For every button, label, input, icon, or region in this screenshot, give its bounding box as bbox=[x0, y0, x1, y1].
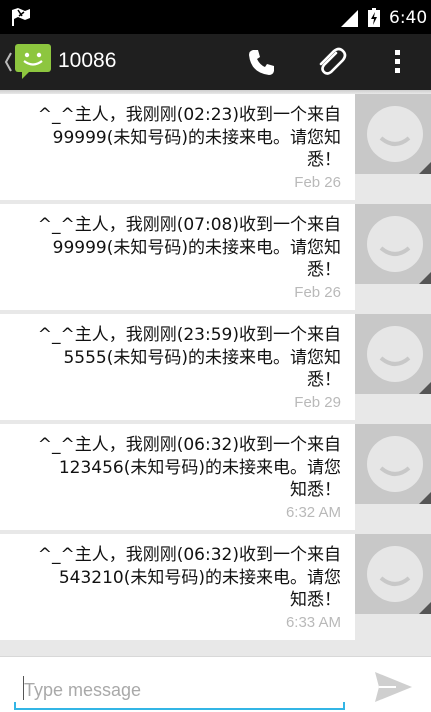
message-text: ^_^主人，我刚刚(02:23)收到一个来自 99999(未知号码)的未接来电。… bbox=[37, 105, 341, 170]
back-chevron-icon[interactable] bbox=[3, 51, 13, 73]
status-bar: 6:40 bbox=[0, 0, 431, 34]
attach-button[interactable] bbox=[311, 44, 351, 80]
action-bar: 10086 bbox=[0, 34, 431, 90]
call-button[interactable] bbox=[242, 44, 282, 80]
message-timestamp: 6:32 AM bbox=[285, 504, 341, 521]
message-text: ^_^主人，我刚刚(07:08)收到一个来自 99999(未知号码)的未接来电。… bbox=[37, 215, 341, 280]
message-item[interactable]: ^_^主人，我刚刚(06:32)收到一个来自 543210(未知号码)的未接来电… bbox=[0, 534, 431, 640]
message-timestamp: 6:33 AM bbox=[285, 614, 341, 631]
signal-icon bbox=[341, 10, 358, 27]
phone-icon bbox=[249, 50, 274, 75]
message-item[interactable]: ^_^主人，我刚刚(07:08)收到一个来自 99999(未知号码)的未接来电。… bbox=[0, 204, 431, 310]
message-bubble: ^_^主人，我刚刚(06:32)收到一个来自 123456(未知号码)的未接来电… bbox=[0, 424, 355, 530]
notification-icon bbox=[12, 8, 30, 26]
message-text: ^_^主人，我刚刚(06:32)收到一个来自 543210(未知号码)的未接来电… bbox=[37, 545, 341, 610]
contact-avatar-icon[interactable] bbox=[355, 424, 431, 504]
message-item[interactable]: ^_^主人，我刚刚(02:23)收到一个来自 99999(未知号码)的未接来电。… bbox=[0, 94, 431, 200]
conversation-title: 10086 bbox=[58, 49, 117, 72]
clock: 6:40 bbox=[389, 8, 428, 28]
message-timestamp: Feb 29 bbox=[294, 394, 341, 411]
message-input[interactable] bbox=[14, 670, 345, 710]
message-bubble: ^_^主人，我刚刚(06:32)收到一个来自 543210(未知号码)的未接来电… bbox=[0, 534, 355, 640]
text-cursor bbox=[23, 676, 24, 700]
message-bubble: ^_^主人，我刚刚(23:59)收到一个来自 5555(未知号码)的未接来电。请… bbox=[0, 314, 355, 420]
input-underline-left-tick bbox=[14, 702, 16, 710]
message-text: ^_^主人，我刚刚(23:59)收到一个来自 5555(未知号码)的未接来电。请… bbox=[37, 325, 341, 390]
contact-avatar-icon[interactable] bbox=[355, 204, 431, 284]
message-timestamp: Feb 26 bbox=[294, 284, 341, 301]
more-vertical-icon bbox=[395, 50, 400, 73]
message-list[interactable]: ^_^主人，我刚刚(02:23)收到一个来自 99999(未知号码)的未接来电。… bbox=[0, 94, 431, 648]
message-bubble: ^_^主人，我刚刚(02:23)收到一个来自 99999(未知号码)的未接来电。… bbox=[0, 94, 355, 200]
send-icon[interactable] bbox=[372, 670, 414, 704]
compose-bar bbox=[0, 656, 431, 712]
message-bubble: ^_^主人，我刚刚(07:08)收到一个来自 99999(未知号码)的未接来电。… bbox=[0, 204, 355, 310]
message-item[interactable]: ^_^主人，我刚刚(23:59)收到一个来自 5555(未知号码)的未接来电。请… bbox=[0, 314, 431, 420]
message-item[interactable]: ^_^主人，我刚刚(06:32)收到一个来自 123456(未知号码)的未接来电… bbox=[0, 424, 431, 530]
contact-avatar-icon[interactable] bbox=[355, 534, 431, 614]
compose-divider bbox=[0, 656, 431, 657]
messaging-app-icon[interactable] bbox=[14, 42, 52, 80]
contact-avatar-icon[interactable] bbox=[355, 94, 431, 174]
input-underline-right-tick bbox=[343, 702, 345, 710]
battery-icon bbox=[368, 8, 380, 27]
input-underline bbox=[14, 708, 345, 710]
paperclip-icon bbox=[319, 47, 347, 75]
message-text: ^_^主人，我刚刚(06:32)收到一个来自 123456(未知号码)的未接来电… bbox=[37, 435, 341, 500]
contact-avatar-icon[interactable] bbox=[355, 314, 431, 394]
overflow-menu-button[interactable] bbox=[378, 44, 418, 80]
message-timestamp: Feb 26 bbox=[294, 174, 341, 191]
